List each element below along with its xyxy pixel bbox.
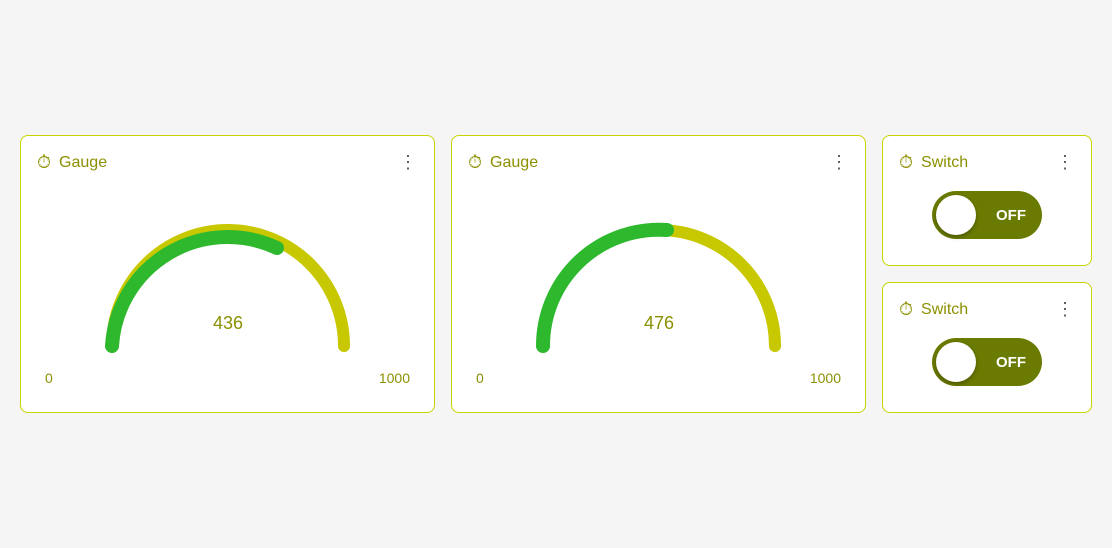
- gauge-2-max: 1000: [810, 370, 841, 386]
- gauge-2-title: Gauge: [490, 154, 538, 172]
- switch-card-1: ⏱ Switch ⋮ OFF: [882, 135, 1092, 266]
- switch-1-header-left: ⏱ Switch: [899, 152, 968, 173]
- gauge-1-container: 436 0 1000: [37, 181, 418, 396]
- switch-1-knob: [936, 195, 976, 235]
- switch-1-state: OFF: [996, 207, 1026, 224]
- menu-icon-1[interactable]: ⋮: [399, 152, 418, 173]
- switch-2-knob: [936, 342, 976, 382]
- gauge-2-value-text: 476: [643, 313, 673, 333]
- gauge-1-labels: 0 1000: [37, 370, 418, 386]
- gauge-1-svg-wrapper: 436: [37, 191, 418, 366]
- switch-2-state: OFF: [996, 354, 1026, 371]
- gauge-2-container: 476 0 1000: [468, 181, 849, 396]
- gauge-card-2: ⏱ Gauge ⋮ 476 0 1000: [451, 135, 866, 413]
- gauge-2-svg-wrapper: 476: [468, 191, 849, 366]
- switch-column: ⏱ Switch ⋮ OFF ⏱ Switch ⋮: [882, 135, 1092, 413]
- switch-1-title: Switch: [921, 154, 968, 172]
- gauge-1-min: 0: [45, 370, 53, 386]
- menu-icon-2[interactable]: ⋮: [830, 152, 849, 173]
- gauge-2-header-left: ⏱ Gauge: [468, 152, 538, 173]
- switch-1-body: OFF: [899, 181, 1075, 249]
- switch-2-header: ⏱ Switch ⋮: [899, 299, 1075, 320]
- switch-card-2: ⏱ Switch ⋮ OFF: [882, 282, 1092, 413]
- switch-1-header: ⏱ Switch ⋮: [899, 152, 1075, 173]
- gauge-1-title: Gauge: [59, 154, 107, 172]
- history-icon-sw2[interactable]: ⏱: [899, 299, 913, 320]
- history-icon-2[interactable]: ⏱: [468, 152, 482, 173]
- gauge-2-header: ⏱ Gauge ⋮: [468, 152, 849, 173]
- switch-1-toggle[interactable]: OFF: [932, 191, 1042, 239]
- dashboard: ⏱ Gauge ⋮ 436 0 1000: [0, 115, 1112, 433]
- switch-2-header-left: ⏱ Switch: [899, 299, 968, 320]
- gauge-1-header: ⏱ Gauge ⋮: [37, 152, 418, 173]
- gauge-2-svg: 476: [519, 191, 799, 366]
- gauge-1-svg: 436: [88, 191, 368, 366]
- gauge-1-value-text: 436: [212, 313, 242, 333]
- history-icon-sw1[interactable]: ⏱: [899, 152, 913, 173]
- switch-2-title: Switch: [921, 301, 968, 319]
- menu-icon-sw2[interactable]: ⋮: [1056, 299, 1075, 320]
- history-icon-1[interactable]: ⏱: [37, 152, 51, 173]
- gauge-2-min: 0: [476, 370, 484, 386]
- gauge-2-labels: 0 1000: [468, 370, 849, 386]
- switch-2-toggle[interactable]: OFF: [932, 338, 1042, 386]
- gauge-1-max: 1000: [379, 370, 410, 386]
- menu-icon-sw1[interactable]: ⋮: [1056, 152, 1075, 173]
- gauge-1-header-left: ⏱ Gauge: [37, 152, 107, 173]
- switch-2-body: OFF: [899, 328, 1075, 396]
- gauge-card-1: ⏱ Gauge ⋮ 436 0 1000: [20, 135, 435, 413]
